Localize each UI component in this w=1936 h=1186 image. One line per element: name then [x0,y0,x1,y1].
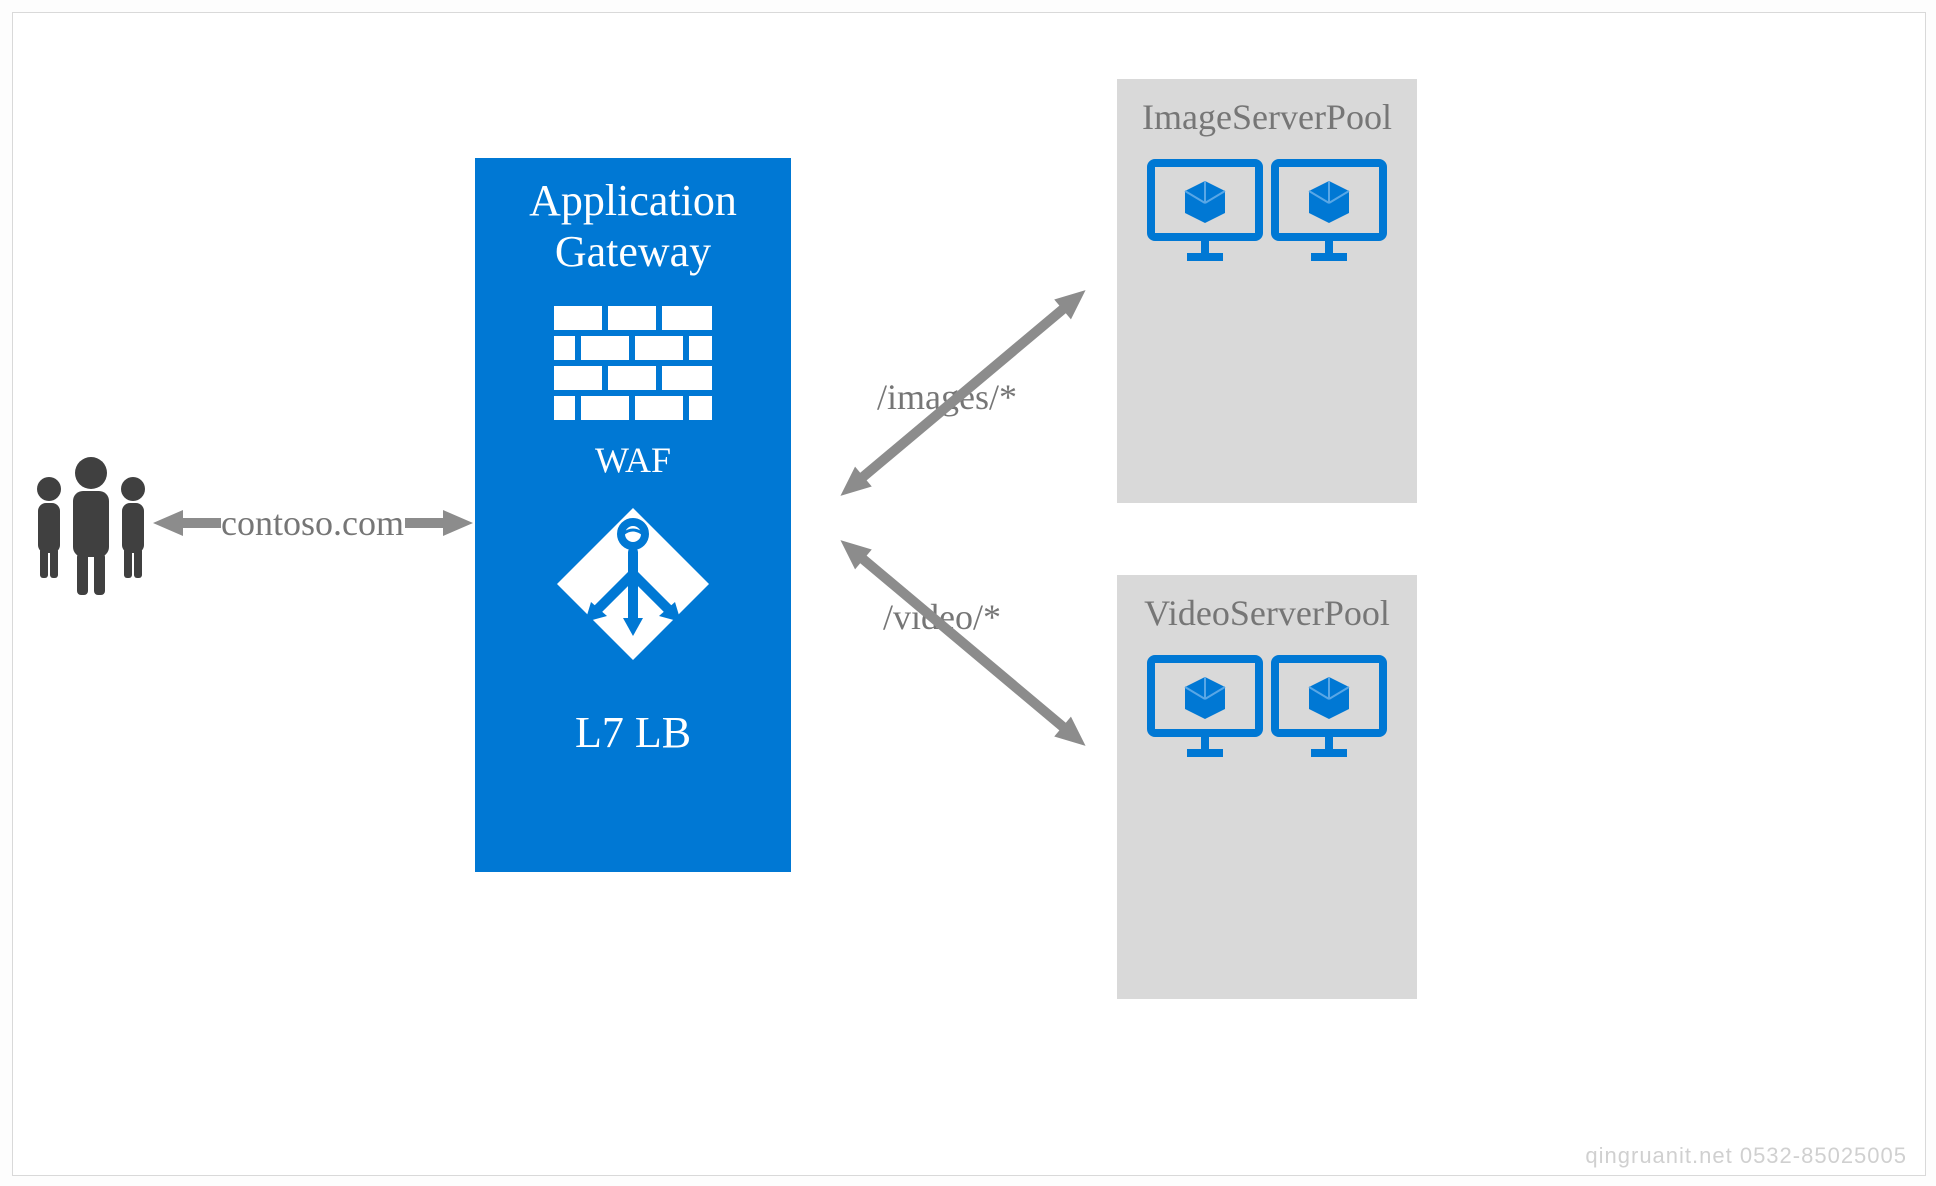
firewall-icon [551,303,715,423]
vm-icon [1269,157,1389,267]
diagram-frame: contoso.com Application Gateway [12,12,1926,1176]
application-gateway-node: Application Gateway WAF [475,158,791,872]
video-server-pool: VideoServerPool [1117,575,1417,999]
arrow-gateway-images [803,253,1123,533]
watermark-text: qingruanit.net 0532-85025005 [1585,1143,1907,1169]
gateway-title-line2: Gateway [475,227,791,278]
vm-icon [1269,653,1389,763]
load-balancer-icon [553,504,713,664]
waf-label: WAF [475,442,791,478]
users-icon [31,443,151,603]
image-server-pool: ImageServerPool [1117,79,1417,503]
image-pool-title: ImageServerPool [1117,79,1417,135]
l7-lb-label: L7 LB [475,711,791,755]
video-pool-title: VideoServerPool [1117,575,1417,631]
arrow-gateway-video [803,503,1123,783]
gateway-title-line1: Application [475,158,791,227]
vm-icon [1145,157,1265,267]
vm-icon [1145,653,1265,763]
arrow-users-gateway [153,508,473,538]
